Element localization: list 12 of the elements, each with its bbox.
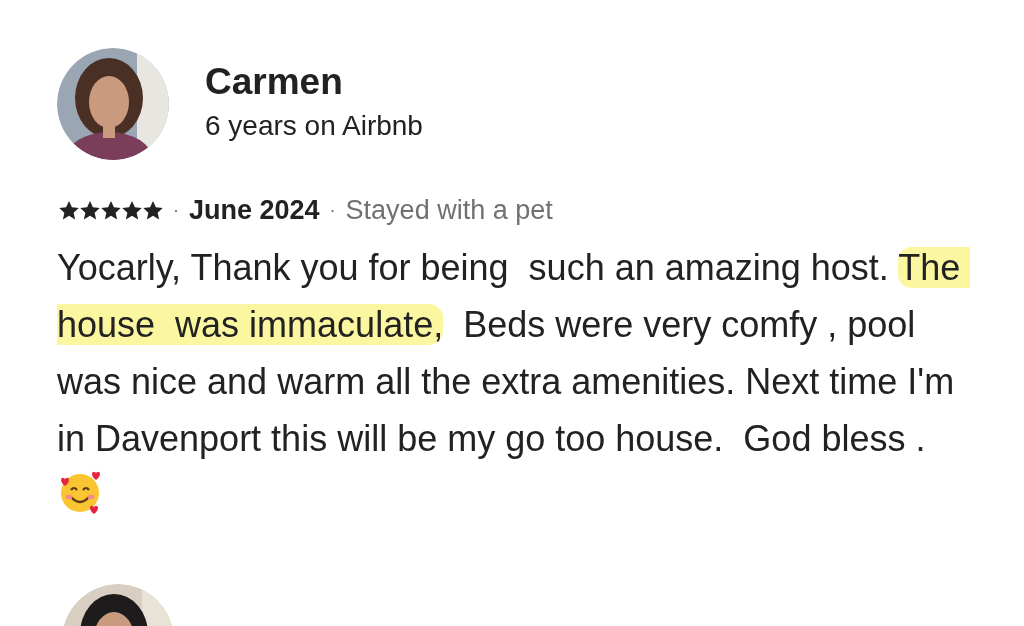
reviewer-tenure: 6 years on Airbnb <box>205 109 423 143</box>
star-icon <box>80 200 100 220</box>
review-date: June 2024 <box>189 194 320 227</box>
review-text: Yocarly, Thank you for being such an amazing host. The house was immaculate, Beds were very comfy , pool was nice and warm all the extra amenities. Next time I'm in Davenport this will be my go too house. God bless . <box>57 238 967 524</box>
separator-dot: · <box>173 198 179 222</box>
star-icon <box>143 200 163 220</box>
star-icon <box>122 200 142 220</box>
reviewer-name: Carmen <box>205 61 344 103</box>
star-icon <box>59 200 79 220</box>
star-icon <box>101 200 121 220</box>
stay-note: Stayed with a pet <box>345 194 553 227</box>
separator-dot: · <box>329 198 336 222</box>
